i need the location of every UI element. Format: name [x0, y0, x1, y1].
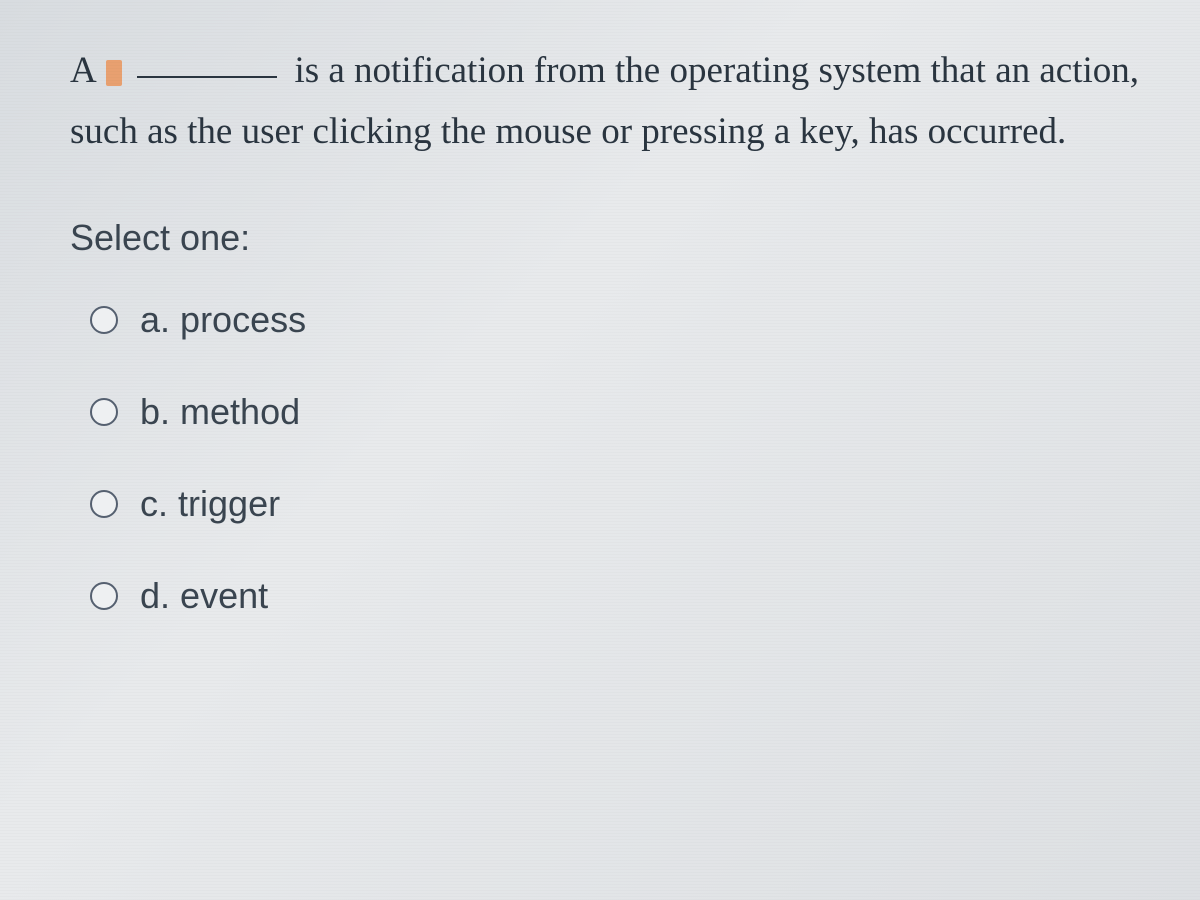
select-one-prompt: Select one:	[70, 217, 1140, 259]
option-c-radio[interactable]	[90, 490, 118, 518]
option-c-label: c. trigger	[140, 483, 280, 525]
option-b-letter: b.	[140, 391, 170, 432]
option-a-radio[interactable]	[90, 306, 118, 334]
option-b-radio[interactable]	[90, 398, 118, 426]
text-cursor-icon	[106, 60, 122, 86]
option-c-text: trigger	[178, 483, 280, 524]
option-d-text: event	[180, 575, 268, 616]
option-c[interactable]: c. trigger	[90, 483, 1140, 525]
option-c-letter: c.	[140, 483, 168, 524]
option-d[interactable]: d. event	[90, 575, 1140, 617]
option-d-label: d. event	[140, 575, 268, 617]
option-b-text: method	[180, 391, 300, 432]
option-b-label: b. method	[140, 391, 300, 433]
option-d-radio[interactable]	[90, 582, 118, 610]
question-suffix: is a notification from the operating sys…	[70, 50, 1139, 152]
question-prefix: A	[70, 50, 95, 91]
option-a-label: a. process	[140, 299, 306, 341]
options-group: a. process b. method c. trigger d. event	[70, 299, 1140, 617]
fill-blank-line	[137, 76, 277, 78]
option-b[interactable]: b. method	[90, 391, 1140, 433]
option-a[interactable]: a. process	[90, 299, 1140, 341]
option-a-text: process	[180, 299, 306, 340]
question-stem: A is a notification from the operating s…	[70, 40, 1140, 162]
option-d-letter: d.	[140, 575, 170, 616]
option-a-letter: a.	[140, 299, 170, 340]
